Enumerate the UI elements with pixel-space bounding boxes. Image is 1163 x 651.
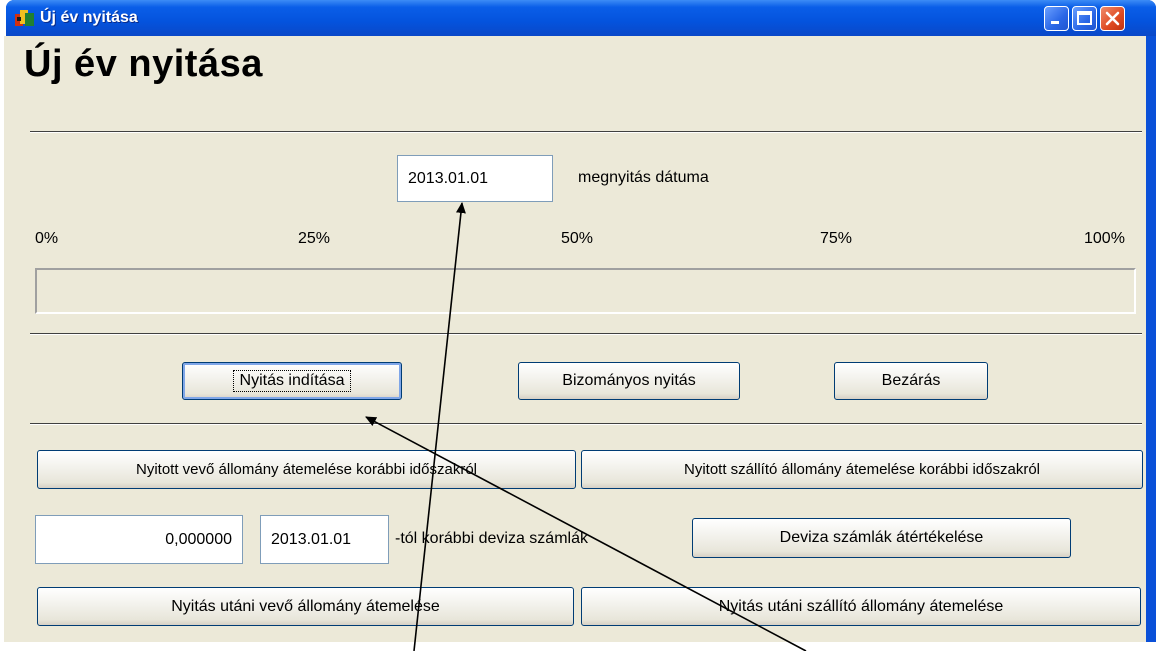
after-opening-supplier-button[interactable]: Nyitás utáni szállító állomány átemelése <box>581 587 1141 626</box>
progress-tick-75: 75% <box>820 230 853 247</box>
currency-date-input[interactable]: 2013.01.01 <box>260 515 389 564</box>
progress-tick-25: 25% <box>298 230 331 247</box>
progress-tick-100: 100% <box>1084 230 1125 247</box>
close-icon <box>1105 11 1120 26</box>
divider-lower <box>30 423 1142 425</box>
page-title: Új év nyitása <box>24 43 263 85</box>
progress-tick-50: 50% <box>561 230 594 247</box>
maximize-button[interactable] <box>1072 6 1097 31</box>
after-opening-customer-button[interactable]: Nyitás utáni vevő állomány átemelése <box>37 587 574 626</box>
window-title: Új év nyitása <box>40 9 138 26</box>
maximize-icon <box>1077 11 1092 25</box>
consignment-opening-button[interactable]: Bizományos nyitás <box>518 362 740 400</box>
app-icon <box>15 10 34 26</box>
currency-date-label: -tól korábbi deviza számlák <box>395 530 588 547</box>
title-bar[interactable]: Új év nyitása <box>6 0 1156 36</box>
progress-bar <box>35 268 1136 314</box>
divider-middle <box>30 333 1142 335</box>
start-opening-button[interactable]: Nyitás indítása <box>182 362 402 400</box>
transfer-customer-prior-button[interactable]: Nyitott vevő állomány átemelése korábbi … <box>37 450 576 489</box>
exchange-rate-input[interactable]: 0,000000 <box>35 515 243 564</box>
opening-date-input[interactable]: 2013.01.01 <box>397 155 553 202</box>
close-window-button[interactable] <box>1100 6 1125 31</box>
revalue-currency-button[interactable]: Deviza számlák átértékelése <box>692 518 1071 558</box>
start-opening-label: Nyitás indítása <box>232 370 352 392</box>
progress-tick-0: 0% <box>35 230 59 247</box>
close-button[interactable]: Bezárás <box>834 362 988 400</box>
opening-date-label: megnyitás dátuma <box>578 169 709 186</box>
divider-top <box>30 131 1142 133</box>
transfer-supplier-prior-button[interactable]: Nyitott szállító állomány átemelése korá… <box>581 450 1143 489</box>
minimize-icon <box>1051 21 1059 24</box>
minimize-button[interactable] <box>1044 6 1069 31</box>
